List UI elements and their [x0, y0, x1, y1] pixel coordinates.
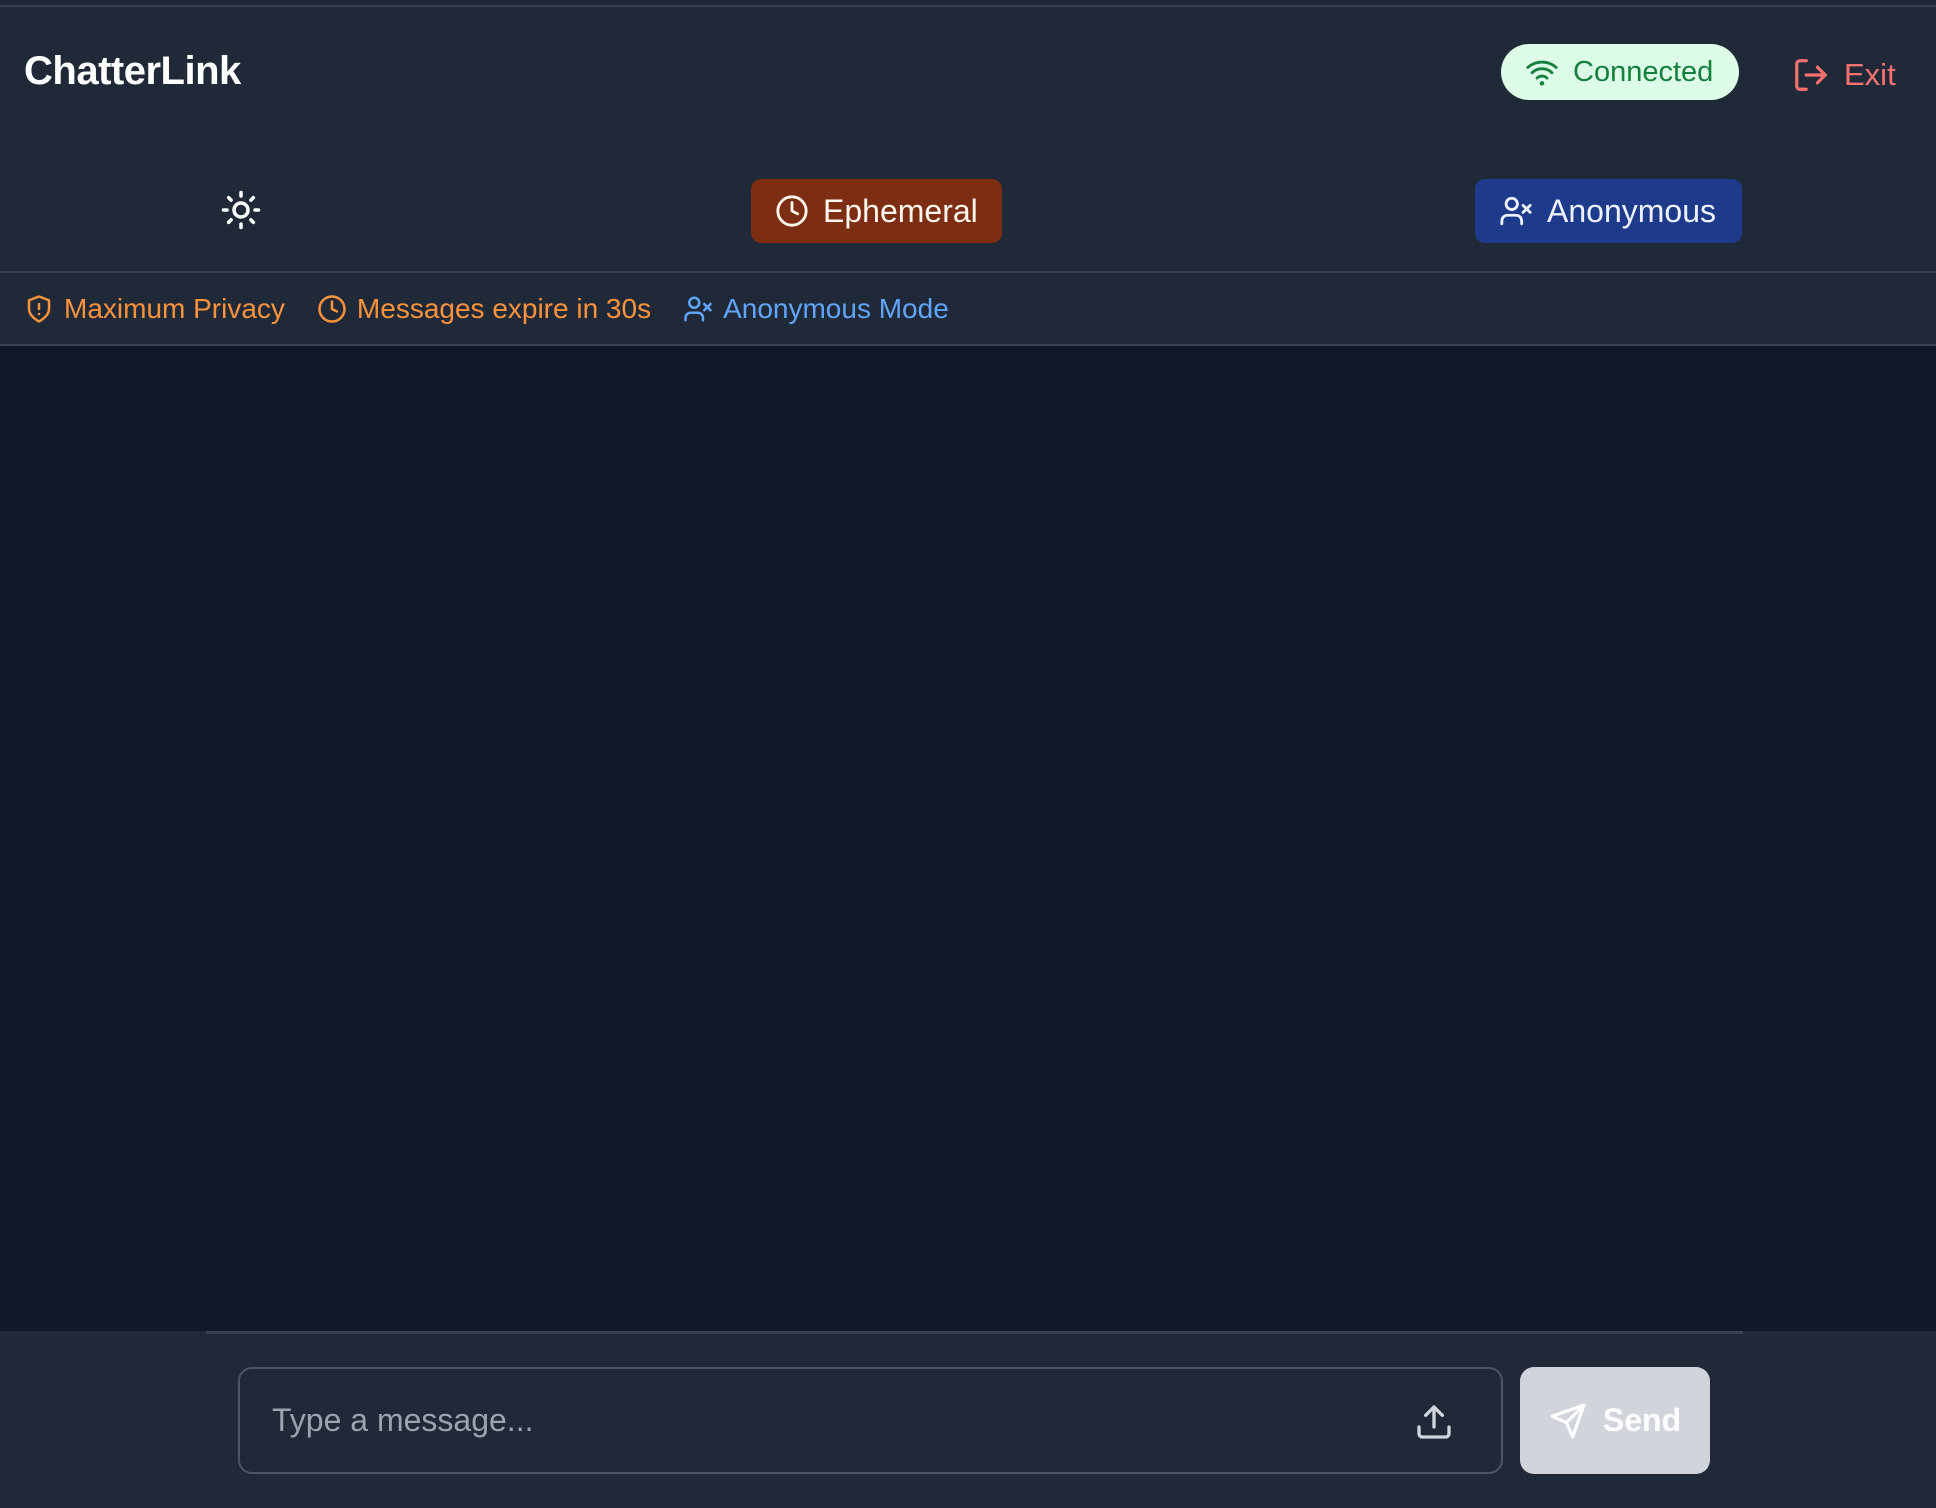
connection-status-badge: Connected	[1501, 44, 1739, 100]
anonymous-mode-indicator: Anonymous Mode	[683, 293, 949, 325]
send-icon	[1550, 1403, 1586, 1438]
privacy-level-label: Maximum Privacy	[64, 292, 285, 324]
log-out-icon	[1795, 59, 1827, 91]
message-list[interactable]	[0, 348, 1936, 1331]
message-composer: Send	[0, 1331, 1936, 1508]
top-border	[0, 0, 1936, 7]
connection-status-label: Connected	[1573, 55, 1714, 88]
message-expiry-indicator: Messages expire in 30s	[317, 293, 651, 325]
send-label: Send	[1602, 1402, 1682, 1438]
ephemeral-mode-button[interactable]: Ephemeral	[751, 179, 1002, 243]
exit-button[interactable]: Exit	[1792, 53, 1896, 97]
send-button[interactable]: Send	[1520, 1367, 1710, 1474]
sun-icon	[221, 190, 261, 230]
privacy-level-indicator: Maximum Privacy	[24, 293, 285, 325]
clock-icon	[318, 294, 346, 323]
anonymous-mode-indicator-label: Anonymous Mode	[723, 292, 949, 324]
app-header: ChatterLink Connected Exit Ephemeral Ano…	[0, 7, 1936, 272]
message-expiry-label: Messages expire in 30s	[356, 292, 652, 324]
shield-alert-icon	[27, 294, 51, 323]
composer-divider	[206, 1331, 1743, 1334]
user-x-icon	[1500, 196, 1532, 226]
theme-toggle-button[interactable]	[218, 187, 264, 233]
clock-icon	[776, 195, 808, 227]
brand-title: ChatterLink	[24, 49, 241, 93]
ephemeral-mode-label: Ephemeral	[823, 192, 978, 229]
anonymous-mode-label: Anonymous	[1547, 192, 1716, 229]
wifi-icon	[1526, 60, 1558, 86]
privacy-status-bar: Maximum Privacy Messages expire in 30s A…	[0, 273, 1936, 346]
upload-button[interactable]	[1412, 1400, 1456, 1444]
chat-app: ChatterLink Connected Exit Ephemeral Ano…	[0, 0, 1936, 1508]
anonymous-mode-button[interactable]: Anonymous	[1475, 179, 1742, 243]
message-input[interactable]	[240, 1369, 1420, 1472]
upload-icon	[1417, 1405, 1451, 1439]
message-input-container	[238, 1367, 1503, 1474]
user-x-icon	[684, 296, 712, 321]
exit-label: Exit	[1844, 57, 1896, 92]
